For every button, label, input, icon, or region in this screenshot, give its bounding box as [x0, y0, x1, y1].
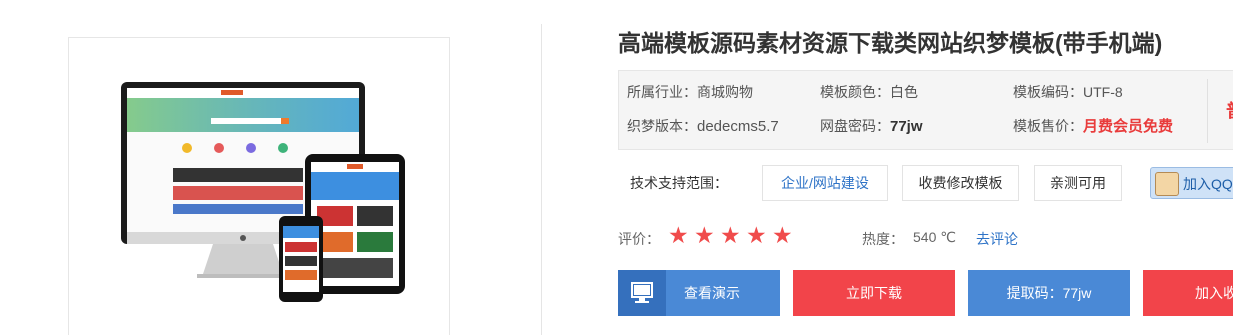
star-icon: ★ — [668, 222, 689, 248]
star-icon: ★ — [746, 222, 767, 248]
template-preview-image[interactable] — [68, 37, 450, 335]
page-title: 高端模板源码素材资源下载类网站织梦模板(带手机端) — [618, 30, 1163, 56]
rating-stars: ★ ★ ★ ★ ★ — [668, 224, 798, 248]
meta-pan-label: 网盘密码： — [820, 118, 890, 134]
support-tag-tested[interactable]: 亲测可用 — [1034, 165, 1122, 201]
meta-color-value: 白色 — [890, 84, 918, 100]
meta-industry-value: 商城购物 — [697, 84, 753, 100]
star-icon: ★ — [720, 222, 741, 248]
add-favorite-button[interactable]: 加入收 — [1143, 270, 1233, 316]
meta-pan-password: 网盘密码：77jw — [820, 115, 923, 138]
meta-industry-label: 所属行业： — [627, 84, 697, 100]
devices-mockup-image — [121, 82, 405, 302]
meta-pan-value: 77jw — [890, 118, 923, 135]
meta-separator — [1207, 79, 1208, 143]
meta-version-value: dedecms5.7 — [697, 118, 779, 135]
view-demo-button[interactable]: 查看演示 — [618, 270, 780, 316]
star-icon: ★ — [772, 222, 793, 248]
meta-encoding-value: UTF-8 — [1083, 84, 1123, 100]
meta-version: 织梦版本：dedecms5.7 — [627, 115, 779, 138]
meta-industry: 所属行业：商城购物 — [627, 81, 753, 103]
meta-cut-text: 普 — [1226, 97, 1233, 123]
meta-encoding: 模板编码：UTF-8 — [1013, 81, 1123, 103]
column-divider — [541, 24, 542, 335]
meta-color: 模板颜色：白色 — [820, 81, 918, 103]
template-meta-panel: 所属行业：商城购物 模板颜色：白色 模板编码：UTF-8 织梦版本：dedecm… — [618, 70, 1233, 150]
download-now-button[interactable]: 立即下载 — [793, 270, 955, 316]
comment-link[interactable]: 去评论 — [976, 229, 1018, 249]
support-tag-enterprise[interactable]: 企业/网站建设 — [762, 165, 888, 201]
monitor-icon — [618, 270, 666, 316]
heat-value: 540 ℃ — [913, 229, 956, 245]
star-icon: ★ — [694, 222, 715, 248]
product-detail-page: 高端模板源码素材资源下载类网站织梦模板(带手机端) 所属行业：商城购物 模板颜色… — [0, 0, 1233, 335]
meta-price-label: 模板售价： — [1013, 118, 1083, 134]
meta-price-value: 月费会员免费 — [1083, 118, 1174, 135]
join-qq-label: 加入QQ — [1183, 176, 1233, 192]
meta-price: 模板售价：月费会员免费 — [1013, 115, 1173, 138]
join-qq-button[interactable]: 加入QQ — [1150, 167, 1233, 199]
meta-encoding-label: 模板编码： — [1013, 84, 1083, 100]
rating-label: 评价： — [618, 231, 660, 247]
extract-code-button[interactable]: 提取码：77jw — [968, 270, 1130, 316]
heat-label: 热度： — [862, 231, 904, 247]
support-scope-label: 技术支持范围： — [630, 175, 728, 191]
meta-version-label: 织梦版本： — [627, 118, 697, 134]
support-tag-paid-modify[interactable]: 收费修改模板 — [902, 165, 1019, 201]
meta-color-label: 模板颜色： — [820, 84, 890, 100]
view-demo-label: 查看演示 — [684, 285, 740, 301]
qq-avatar-icon — [1155, 172, 1179, 196]
